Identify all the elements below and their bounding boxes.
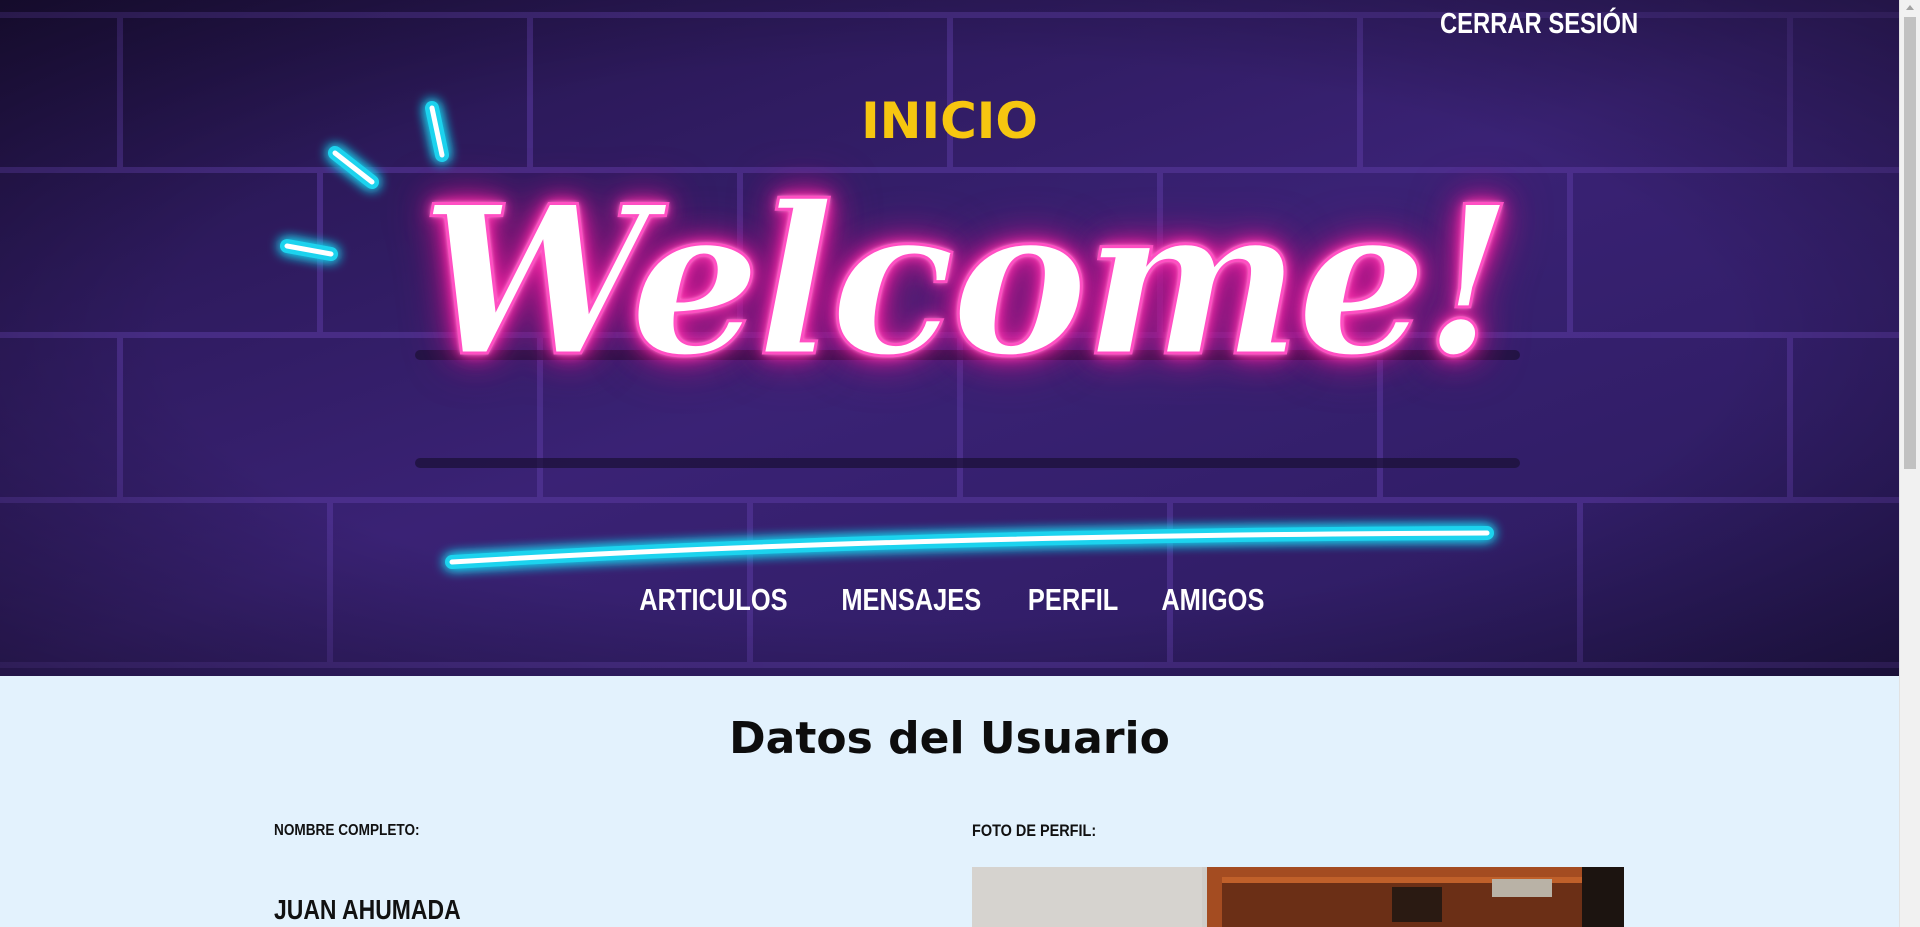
profile-photo-label: FOTO DE PERFIL: (972, 821, 1097, 840)
full-name-label: NOMBRE COMPLETO: (274, 822, 420, 839)
main-nav: ARTICULOS MENSAJES PERFIL AMIGOS (0, 582, 1899, 618)
logout-link[interactable]: CERRAR SESIÓN (1440, 8, 1638, 41)
scrollbar-thumb[interactable] (1904, 17, 1916, 469)
profile-photo (972, 867, 1624, 927)
scroll-up-icon[interactable] (1906, 5, 1914, 10)
full-name-value: JUAN AHUMADA (274, 894, 461, 925)
vertical-scrollbar[interactable] (1899, 0, 1920, 927)
nav-item-mensajes[interactable]: MENSAJES (841, 582, 981, 618)
user-data-section: Datos del Usuario NOMBRE COMPLETO: JUAN … (0, 676, 1899, 927)
profile-photo-image (972, 867, 1624, 927)
nav-item-perfil[interactable]: PERFIL (1028, 582, 1118, 618)
nav-item-articulos[interactable]: ARTICULOS (639, 582, 787, 618)
section-title: Datos del Usuario (729, 713, 1170, 764)
page-title: INICIO (861, 92, 1038, 150)
welcome-neon-sign: Welcome! (419, 162, 1515, 402)
nav-item-amigos[interactable]: AMIGOS (1162, 582, 1265, 618)
hero-banner: CERRAR SESIÓN INICIO Welcome! ARTICULOS … (0, 0, 1899, 676)
